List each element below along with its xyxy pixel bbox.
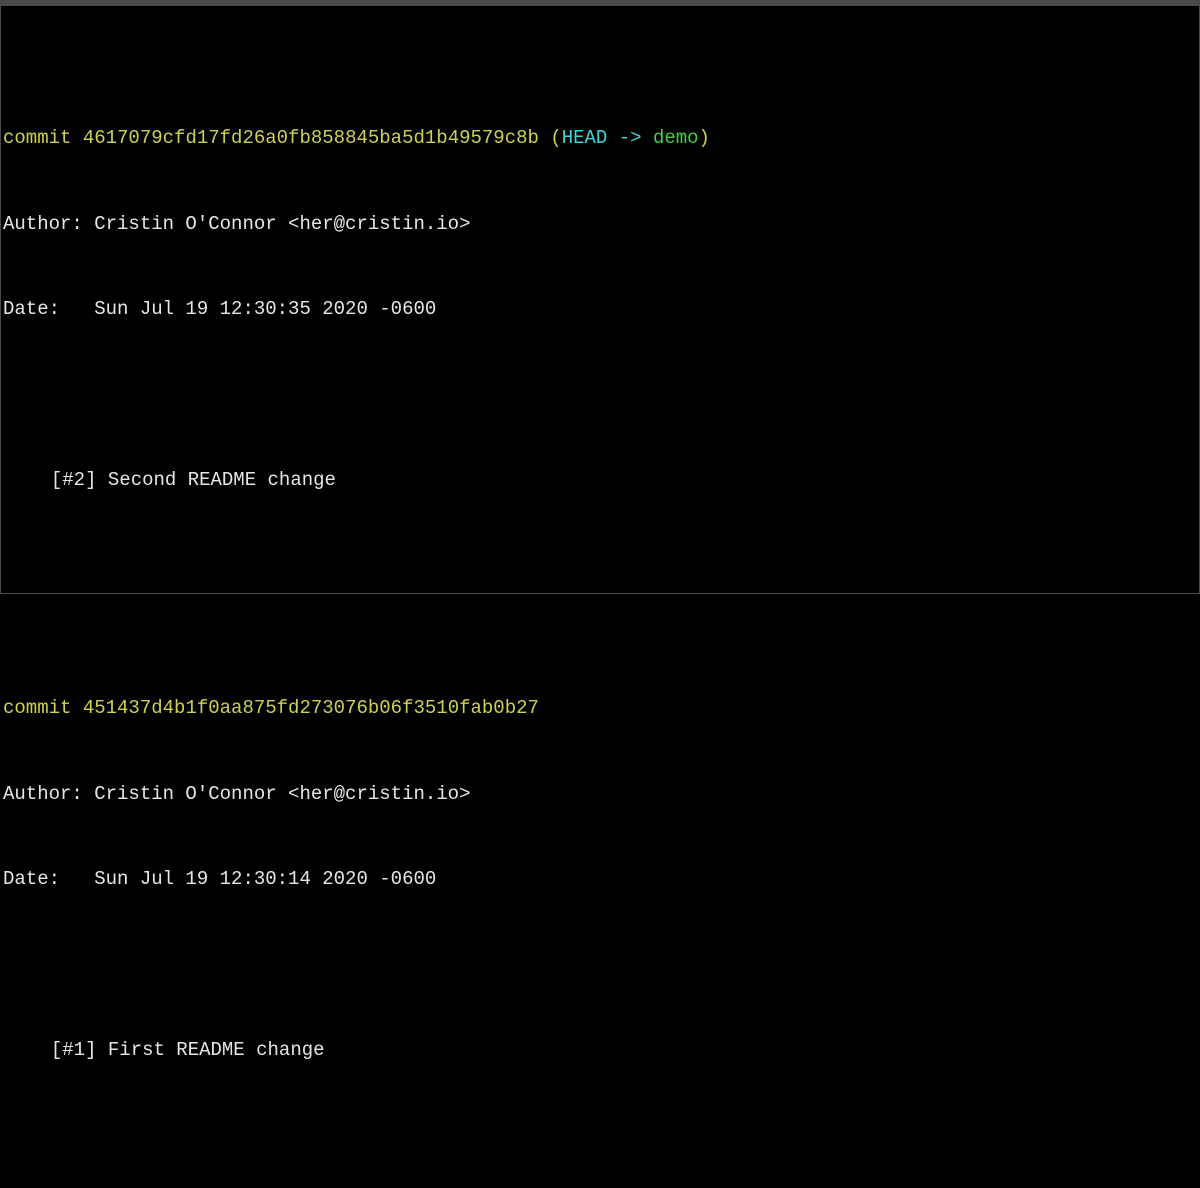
blank-line [3, 951, 1197, 980]
blank-line [3, 552, 1197, 581]
commit-label: commit [3, 697, 83, 719]
refs-close: ) [699, 127, 710, 149]
author-line: Author: Cristin O'Connor <her@cristin.io… [3, 210, 1197, 239]
branch-ref: demo [653, 127, 699, 149]
date-line: Date: Sun Jul 19 12:30:14 2020 -0600 [3, 865, 1197, 894]
commit-message: [#2] Second README change [3, 466, 1197, 495]
terminal-output: commit 4617079cfd17fd26a0fb858845ba5d1b4… [3, 10, 1197, 1188]
commit-line: commit 4617079cfd17fd26a0fb858845ba5d1b4… [3, 124, 1197, 153]
refs-open: ( [539, 127, 562, 149]
commit-message: [#1] First README change [3, 1036, 1197, 1065]
commit-line: commit 451437d4b1f0aa875fd273076b06f3510… [3, 694, 1197, 723]
blank-line [3, 381, 1197, 410]
commit-hash: 4617079cfd17fd26a0fb858845ba5d1b49579c8b [83, 127, 539, 149]
author-line: Author: Cristin O'Connor <her@cristin.io… [3, 780, 1197, 809]
head-ref: HEAD -> [562, 127, 653, 149]
commit-label: commit [3, 127, 83, 149]
date-line: Date: Sun Jul 19 12:30:35 2020 -0600 [3, 295, 1197, 324]
commit-hash: 451437d4b1f0aa875fd273076b06f3510fab0b27 [83, 697, 539, 719]
blank-line [3, 1122, 1197, 1151]
